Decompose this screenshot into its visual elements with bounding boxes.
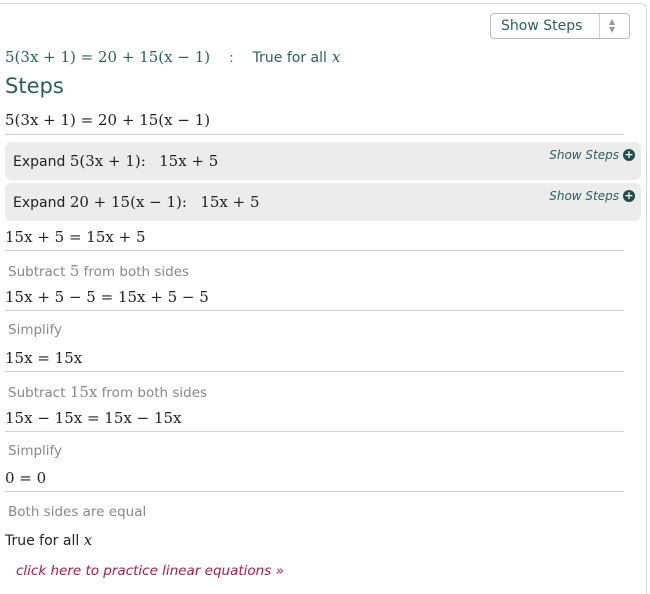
initial-equation: 5(3x + 1) = 20 + 15(x − 1)	[5, 111, 211, 129]
result-equation: 5(3x + 1) = 20 + 15(x − 1)	[5, 48, 211, 66]
final-answer: True for all x	[5, 531, 93, 549]
updown-arrows-icon: ▲ ▼	[609, 17, 616, 34]
result-separator: :	[229, 51, 234, 66]
conclusion-label: Both sides are equal	[8, 504, 147, 520]
practice-link[interactable]: click here to practice linear equations …	[16, 563, 284, 579]
result-line: 5(3x + 1) = 20 + 15(x − 1) : True for al…	[5, 47, 340, 66]
step-equation: 0 = 0	[5, 469, 47, 487]
show-steps-button[interactable]: Show Steps +	[549, 148, 635, 162]
step-label: Simplify	[8, 443, 63, 459]
divider	[5, 250, 624, 251]
step-equation: 15x − 15x = 15x − 15x	[5, 409, 182, 427]
show-steps-dropdown[interactable]: Show Steps ▲ ▼	[490, 13, 630, 39]
expand-label: Expand 5(3x + 1): 15x + 5	[13, 152, 219, 170]
step-label: Simplify	[8, 322, 63, 338]
step-label: Subtract 5 from both sides	[8, 262, 190, 280]
divider	[5, 310, 624, 311]
divider	[5, 491, 624, 492]
result-answer: True for all	[252, 50, 327, 66]
plus-circle-icon[interactable]: +	[623, 190, 635, 202]
step-label: Subtract 15x from both sides	[8, 383, 208, 401]
divider	[5, 134, 624, 135]
plus-circle-icon[interactable]: +	[623, 149, 635, 161]
expand-box: Expand 20 + 15(x − 1): 15x + 5 Show Step…	[5, 183, 641, 221]
step-equation: 15x = 15x	[5, 349, 83, 367]
expanded-equation: 15x + 5 = 15x + 5	[5, 228, 146, 246]
show-steps-button[interactable]: Show Steps +	[549, 189, 635, 203]
dropdown-selected: Show Steps	[501, 18, 583, 34]
expand-label: Expand 20 + 15(x − 1): 15x + 5	[13, 193, 260, 211]
dropdown-divider	[599, 14, 600, 38]
steps-heading: Steps	[5, 74, 64, 98]
result-variable: x	[332, 48, 341, 66]
divider	[5, 431, 624, 432]
step-equation: 15x + 5 − 5 = 15x + 5 − 5	[5, 288, 209, 306]
expand-box: Expand 5(3x + 1): 15x + 5 Show Steps +	[5, 142, 641, 180]
divider	[5, 371, 624, 372]
